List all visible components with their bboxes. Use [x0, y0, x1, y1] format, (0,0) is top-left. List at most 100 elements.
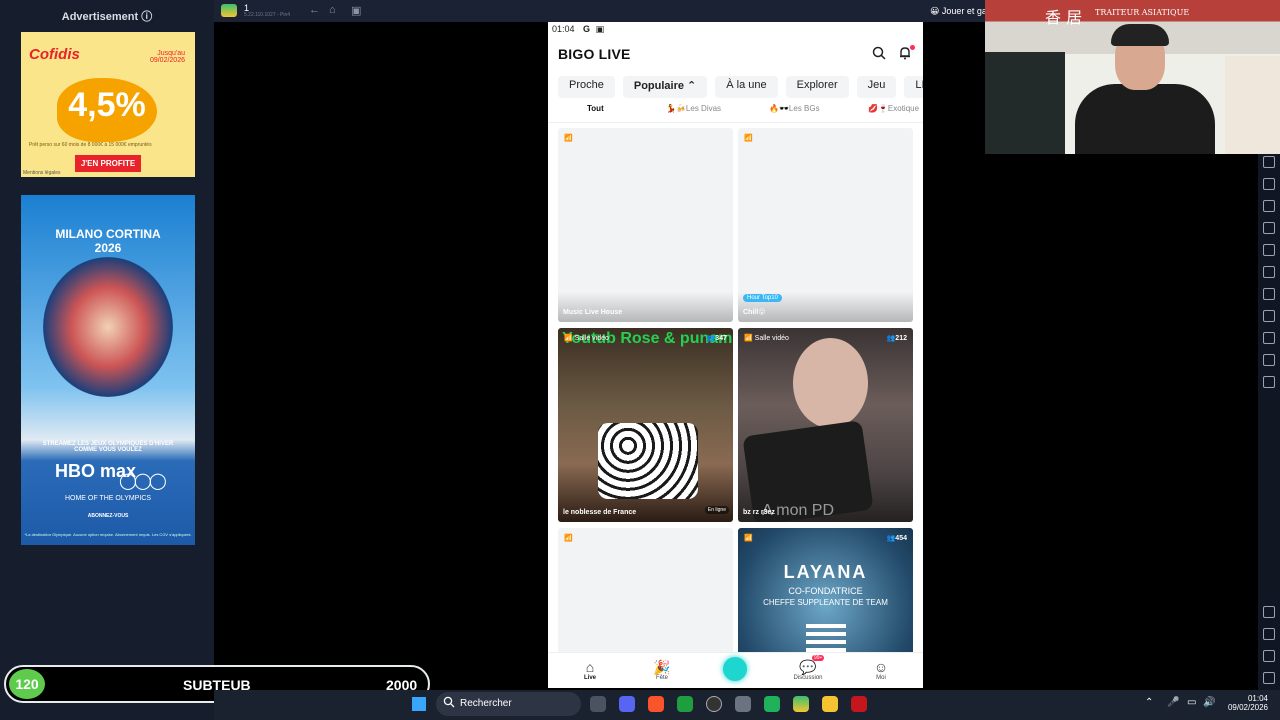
profile-icon: ☺ [873, 659, 889, 675]
tool-icon[interactable] [1263, 156, 1275, 168]
tool-icon[interactable] [1263, 354, 1275, 366]
olympic-rings-icon: ◯◯◯ [119, 473, 167, 490]
tab-a-la-une[interactable]: À la une [715, 76, 778, 98]
network-icon[interactable]: ▭ [1187, 697, 1196, 708]
live-card[interactable]: Youtub Rose & punam 📶 Salle vidéo 👥347 E… [558, 328, 733, 522]
right-toolbar [1258, 154, 1280, 690]
viewer-count: 👥454 [886, 535, 907, 542]
back-icon[interactable]: ← [309, 4, 320, 16]
play-icon[interactable] [677, 696, 693, 712]
cam-sign: 香 居 [1045, 8, 1083, 27]
tool-icon[interactable] [1263, 332, 1275, 344]
olympics-ad[interactable]: MILANO CORTINA 2026 STREAMEZ LES JEUX OLY… [21, 195, 195, 545]
card-name: bz rz r3ez [743, 509, 775, 516]
tool-icon[interactable] [1263, 376, 1275, 388]
discussion-badge: 99+ [812, 655, 825, 661]
task-view-icon[interactable] [590, 696, 606, 712]
card-name: le noblesse de France [563, 509, 637, 516]
subtab-bgs[interactable]: 🔥🕶️Les BGs [769, 104, 820, 113]
tool-icon[interactable] [1263, 310, 1275, 322]
signal-icon: 📶 Salle vidéo [744, 335, 789, 342]
cofidis-ad[interactable]: Cofidis Jusqu'au 09/02/2026 4,5% Prêt per… [21, 32, 195, 177]
ad-tagline: STREAMEZ LES JEUX OLYMPIQUES D'HIVER COM… [42, 441, 174, 453]
subtab-tout[interactable]: Tout [587, 104, 604, 113]
divider [548, 122, 923, 123]
viewer-count: 👥347 [706, 335, 727, 342]
home-icon[interactable]: ⌂ [329, 4, 336, 16]
go-live-button[interactable] [723, 657, 747, 681]
gear-icon[interactable] [735, 696, 751, 712]
sub-count-badge: 120 [9, 669, 45, 699]
live-home-icon: ⌂ [585, 659, 595, 675]
ad-header: Advertisement ⓘ [61, 11, 153, 23]
windows-start-icon[interactable] [412, 697, 426, 711]
nav-moi[interactable]: ☺ Moi [856, 659, 906, 681]
youtube-icon[interactable] [851, 696, 867, 712]
viewer-count: 👥212 [886, 335, 907, 342]
live-card[interactable]: 📶 Music Live House [558, 128, 733, 322]
online-badge: En ligne [704, 506, 729, 514]
card-title: LAYANA [783, 562, 868, 582]
excel-icon[interactable] [764, 696, 780, 712]
taskbar-search[interactable]: Rechercher [436, 692, 581, 716]
streamer-shirt [598, 423, 698, 499]
search-icon[interactable] [872, 46, 886, 60]
subtab-exotique[interactable]: 💋🍷Exotique [868, 104, 919, 113]
app-icon[interactable] [221, 4, 237, 17]
tab-proche[interactable]: Proche [558, 76, 615, 98]
tool-icon[interactable] [1263, 244, 1275, 256]
tool-icon[interactable] [1263, 222, 1275, 234]
signal-icon: 📶 [564, 135, 573, 142]
obs-icon[interactable] [706, 696, 722, 712]
tool-icon[interactable] [1263, 200, 1275, 212]
live-card[interactable]: 📶 Salle vidéo 👥212 A mon PD bz rz r3ez [738, 328, 913, 522]
ad-fine-print: Prêt perso sur 60 mois de 8 000€ à 15 00… [29, 142, 152, 148]
discord-icon[interactable] [619, 696, 635, 712]
tool-icon[interactable] [1263, 266, 1275, 278]
card-name: Music Live House [563, 309, 623, 316]
bigo-logo: BIGO LIVE [558, 46, 631, 62]
live-card[interactable]: 📶 Hour Top10 Chill😮 [738, 128, 913, 322]
ad-subscribe-button[interactable]: ABONNEZ-VOUS [21, 513, 195, 519]
tray-chevron-icon[interactable]: ⌃ [1145, 697, 1153, 708]
tab-live-virtuel[interactable]: LIVE Virtue [904, 76, 923, 98]
ad-home: HOME OF THE OLYMPICS [64, 495, 152, 502]
ad-sidebar: Advertisement ⓘ Cofidis Jusqu'au 09/02/20… [0, 0, 214, 720]
phone-screen: 01:04 G ▣ BIGO LIVE Proche Populaire ⌃ À… [548, 22, 923, 688]
taskbar-clock[interactable]: 01:04 09/02/2026 [1222, 694, 1268, 712]
nav-fete[interactable]: 🎉 Fête [637, 659, 687, 681]
tab-explorer[interactable]: Explorer [785, 76, 849, 98]
window-icon[interactable]: ▣ [351, 4, 361, 17]
subcategory-tabs: Tout 💃🍻Les Divas 🔥🕶️Les BGs 💋🍷Exotique [548, 104, 923, 118]
cam-storefront [985, 52, 1065, 154]
card-shade [558, 292, 733, 322]
signal-icon: 📶 [564, 535, 573, 542]
brave-icon[interactable] [648, 696, 664, 712]
settings-icon[interactable] [1263, 606, 1275, 618]
back-icon[interactable] [1263, 628, 1275, 640]
signal-icon: 📶 [744, 135, 753, 142]
notification-dot [910, 45, 915, 50]
subtab-divas[interactable]: 💃🍻Les Divas [666, 104, 721, 113]
streamer-body [1075, 84, 1215, 154]
tool-icon[interactable] [1263, 288, 1275, 300]
tab-jeu[interactable]: Jeu [856, 76, 897, 98]
ad-title: MILANO CORTINA 2026 [55, 227, 161, 255]
cam-storefront-2 [1225, 56, 1280, 154]
streamer-cap [1111, 24, 1169, 46]
folder-icon[interactable] [822, 696, 838, 712]
home-icon[interactable] [1263, 650, 1275, 662]
ad-legal-link[interactable]: Mentions légales [23, 170, 61, 176]
ad-rate: 4,5% [68, 86, 146, 124]
status-bar: 01:04 G ▣ [552, 24, 605, 34]
nav-live[interactable]: ⌂ Live [565, 659, 615, 681]
volume-icon[interactable]: 🔊 [1203, 697, 1215, 708]
bluestacks-icon[interactable] [793, 696, 809, 712]
nav-discussion[interactable]: 💬 Discussion [783, 659, 833, 681]
recent-apps-icon[interactable] [1263, 672, 1275, 684]
tool-icon[interactable] [1263, 178, 1275, 190]
tab-populaire[interactable]: Populaire ⌃ [622, 76, 708, 98]
info-icon[interactable]: ⓘ [141, 11, 152, 23]
ad-cta-button[interactable]: J'EN PROFITE [75, 155, 141, 172]
mic-icon[interactable]: 🎤 [1167, 697, 1179, 708]
